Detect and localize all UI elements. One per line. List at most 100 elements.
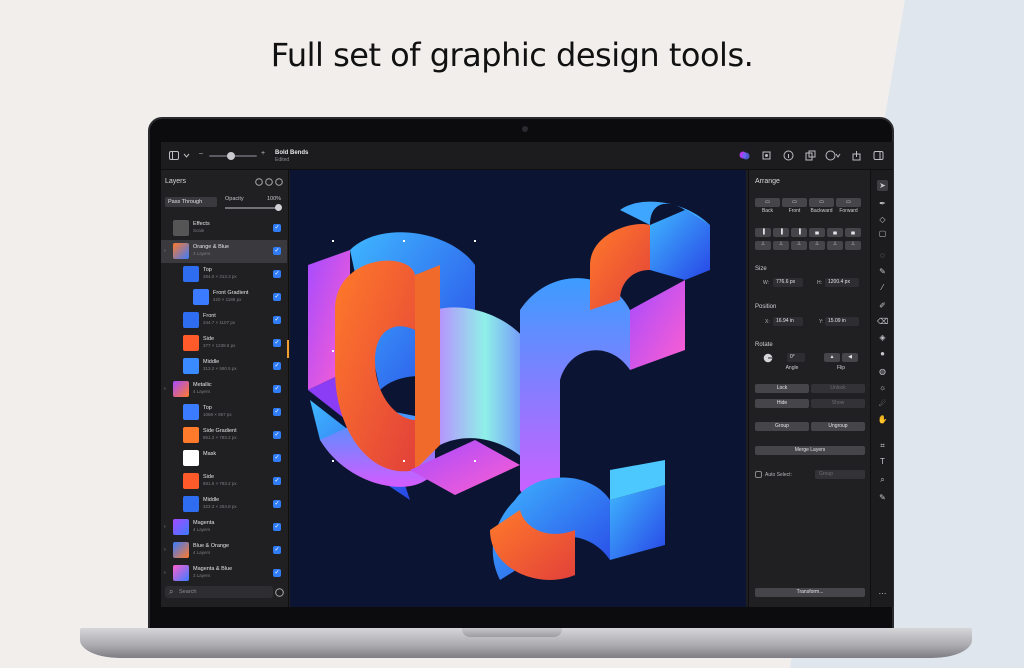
visibility-checkbox[interactable]: ✓ bbox=[273, 431, 281, 439]
select-icon[interactable] bbox=[761, 150, 772, 161]
disclosure-icon[interactable]: › bbox=[164, 570, 166, 576]
more-icon[interactable]: ⋯ bbox=[877, 588, 888, 599]
forward-button[interactable]: ▭ bbox=[836, 198, 861, 207]
opacity-slider[interactable] bbox=[225, 207, 281, 209]
align-right-button[interactable]: ▐ bbox=[791, 228, 807, 237]
color-picker-icon[interactable]: ✎ bbox=[877, 492, 888, 503]
visibility-checkbox[interactable]: ✓ bbox=[273, 546, 281, 554]
align-top-button[interactable]: ▄ bbox=[809, 228, 825, 237]
layer-row[interactable]: › Metallic 4 Layers ✓ bbox=[161, 378, 287, 401]
blur-icon[interactable]: ◍ bbox=[877, 366, 888, 377]
eyedropper-icon[interactable]: ✎ bbox=[877, 266, 888, 277]
width-field[interactable]: 776.6 px bbox=[773, 278, 803, 287]
lock-button[interactable]: Lock bbox=[755, 384, 809, 393]
layer-row[interactable]: › Magenta & Blue 3 Layers ✓ bbox=[161, 562, 287, 585]
front-button[interactable]: ▭ bbox=[782, 198, 807, 207]
zoom-slider-knob[interactable] bbox=[227, 152, 235, 160]
align-left-button[interactable]: ▐ bbox=[755, 228, 771, 237]
distribute-2-button[interactable]: ┴ bbox=[773, 241, 789, 250]
align-bottom-button[interactable]: ▄ bbox=[845, 228, 861, 237]
visibility-checkbox[interactable]: ✓ bbox=[273, 362, 281, 370]
opacity-slider-knob[interactable] bbox=[275, 204, 282, 211]
crop-icon[interactable]: ⌗ bbox=[877, 440, 888, 451]
distribute-6-button[interactable]: ┴ bbox=[845, 241, 861, 250]
backward-button[interactable]: ▭ bbox=[809, 198, 834, 207]
distribute-5-button[interactable]: ┴ bbox=[827, 241, 843, 250]
pencil-icon[interactable]: ✐ bbox=[877, 300, 888, 311]
transform-button[interactable]: Transform... bbox=[755, 588, 865, 597]
sidebar-right-icon[interactable] bbox=[873, 150, 884, 161]
share-icon[interactable] bbox=[851, 150, 862, 161]
bucket-icon[interactable]: ◈ bbox=[877, 332, 888, 343]
auto-select-checkbox[interactable] bbox=[755, 471, 762, 478]
zoom-icon[interactable]: ⌕ bbox=[877, 474, 888, 485]
fill-icon[interactable]: ● bbox=[877, 348, 888, 359]
layer-row[interactable]: › Orange & Blue 3 Layers ✓ bbox=[161, 240, 287, 263]
layer-row[interactable]: Middle 313.2 × 590.5 px ✓ bbox=[161, 355, 287, 378]
align-middle-button[interactable]: ▄ bbox=[827, 228, 843, 237]
hide-button[interactable]: Hide bbox=[755, 399, 809, 408]
group-button[interactable]: Group bbox=[755, 422, 809, 431]
visibility-checkbox[interactable]: ✓ bbox=[273, 270, 281, 278]
ungroup-button[interactable]: Ungroup bbox=[811, 422, 865, 431]
canvas[interactable] bbox=[290, 170, 746, 607]
filter-icon[interactable] bbox=[275, 588, 284, 597]
visibility-checkbox[interactable]: ✓ bbox=[273, 247, 281, 255]
smudge-icon[interactable]: ☄ bbox=[877, 398, 888, 409]
visibility-checkbox[interactable]: ✓ bbox=[273, 500, 281, 508]
sun-icon[interactable]: ☼ bbox=[877, 382, 888, 393]
zoom-in-icon[interactable]: + bbox=[261, 150, 265, 157]
info-icon[interactable] bbox=[783, 150, 794, 161]
align-center-button[interactable]: ▐ bbox=[773, 228, 789, 237]
layer-row[interactable]: Top 1068 × 957 px ✓ bbox=[161, 401, 287, 424]
disclosure-icon[interactable]: › bbox=[164, 386, 166, 392]
layer-row[interactable]: Side Gradient 861.2 × 783.2 px ✓ bbox=[161, 424, 287, 447]
visibility-checkbox[interactable]: ✓ bbox=[273, 293, 281, 301]
layer-row[interactable]: Side 881.6 × 783.2 px ✓ bbox=[161, 470, 287, 493]
zoom-out-icon[interactable]: – bbox=[199, 150, 203, 157]
visibility-checkbox[interactable]: ✓ bbox=[273, 569, 281, 577]
chevron-down-icon[interactable] bbox=[183, 153, 190, 158]
layer-row[interactable]: Side 377 × 1238.6 px ✓ bbox=[161, 332, 287, 355]
layer-row[interactable]: › Blue & Orange 4 Layers ✓ bbox=[161, 539, 287, 562]
pointer-icon[interactable]: ➤ bbox=[877, 180, 888, 191]
shape-icon[interactable]: ▢ bbox=[877, 228, 888, 239]
unlock-button[interactable]: Unlock bbox=[811, 384, 865, 393]
disclosure-icon[interactable]: › bbox=[164, 547, 166, 553]
flip-vertical-button[interactable]: ◀ bbox=[842, 353, 858, 362]
y-field[interactable]: 15.09 in bbox=[825, 317, 859, 326]
visibility-checkbox[interactable]: ✓ bbox=[273, 224, 281, 232]
merge-layers-button[interactable]: Merge Layers bbox=[755, 446, 865, 455]
visibility-checkbox[interactable]: ✓ bbox=[273, 523, 281, 531]
layer-row[interactable]: Middle 323.3 × 264.8 px ✓ bbox=[161, 493, 287, 516]
visibility-checkbox[interactable]: ✓ bbox=[273, 339, 281, 347]
distribute-3-button[interactable]: ┴ bbox=[791, 241, 807, 250]
angle-field[interactable]: 0° bbox=[787, 353, 805, 362]
layer-row[interactable]: Top 384.0 × 313.3 px ✓ bbox=[161, 263, 287, 286]
flip-horizontal-button[interactable]: ▲ bbox=[824, 353, 840, 362]
x-field[interactable]: 16.94 in bbox=[773, 317, 803, 326]
layer-row[interactable]: › Magenta 4 Layers ✓ bbox=[161, 516, 287, 539]
layer-actions-icons[interactable] bbox=[255, 178, 285, 186]
lasso-icon[interactable]: ◌ bbox=[877, 250, 888, 261]
visibility-checkbox[interactable]: ✓ bbox=[273, 316, 281, 324]
layer-search-input[interactable]: Search bbox=[165, 586, 273, 598]
visibility-checkbox[interactable]: ✓ bbox=[273, 454, 281, 462]
angle-dial-icon[interactable] bbox=[763, 353, 773, 363]
more-icon[interactable] bbox=[825, 150, 841, 161]
visibility-checkbox[interactable]: ✓ bbox=[273, 408, 281, 416]
distribute-1-button[interactable]: ┴ bbox=[755, 241, 771, 250]
disclosure-icon[interactable]: › bbox=[164, 248, 166, 254]
disclosure-icon[interactable]: › bbox=[164, 524, 166, 530]
layer-row[interactable]: Front 344.7 × 1107 px ✓ bbox=[161, 309, 287, 332]
layer-row[interactable]: Mask ✓ bbox=[161, 447, 287, 470]
show-button[interactable]: Show bbox=[811, 399, 865, 408]
color-icon[interactable] bbox=[739, 150, 750, 161]
distribute-4-button[interactable]: ┴ bbox=[809, 241, 825, 250]
arrange-icon[interactable] bbox=[805, 150, 816, 161]
pen-icon[interactable]: ✒ bbox=[877, 198, 888, 209]
eraser-icon[interactable]: ⌫ bbox=[877, 316, 888, 327]
blend-mode-select[interactable]: Pass Through bbox=[165, 197, 217, 207]
node-icon[interactable]: ◇ bbox=[877, 214, 888, 225]
visibility-checkbox[interactable]: ✓ bbox=[273, 477, 281, 485]
